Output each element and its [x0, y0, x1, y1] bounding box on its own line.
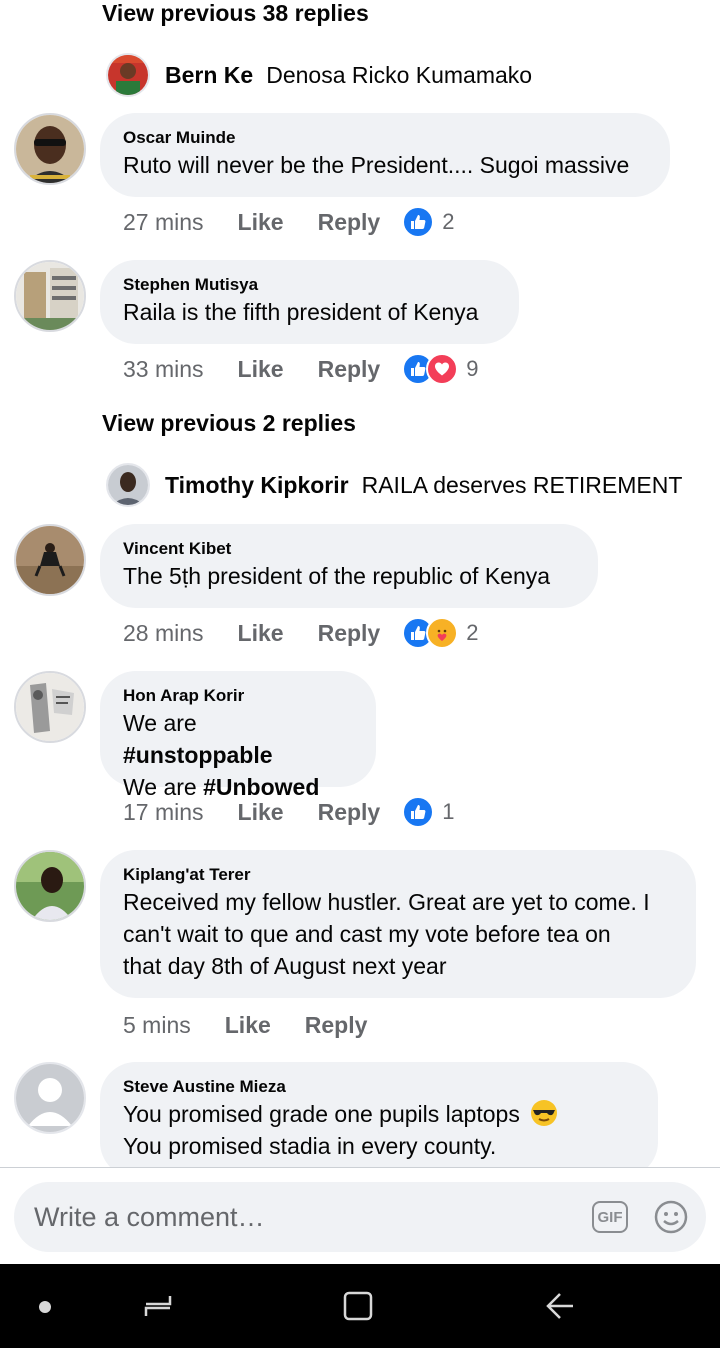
reply-button[interactable]: Reply: [318, 620, 381, 647]
comment-actions: 28 mins Like Reply 2: [123, 615, 478, 651]
reply-author-name[interactable]: Timothy Kipkorir: [165, 472, 349, 499]
comment-actions: 33 mins Like Reply 9: [123, 351, 478, 387]
comment-timestamp: 28 mins: [123, 619, 204, 646]
comment-actions: 5 mins Like Reply: [123, 1007, 367, 1043]
gif-icon[interactable]: GIF: [592, 1201, 628, 1233]
reaction-count: 2: [442, 209, 455, 234]
reactions-summary[interactable]: 9: [402, 353, 478, 385]
reply-button[interactable]: Reply: [318, 356, 381, 383]
reply-button[interactable]: Reply: [318, 209, 381, 236]
like-reaction-icon: [402, 796, 435, 828]
avatar: [106, 53, 150, 97]
comment-author[interactable]: Kiplang'at Terer: [123, 864, 672, 886]
like-button[interactable]: Like: [238, 799, 284, 826]
system-navigation-bar: [0, 1264, 720, 1348]
reply-button[interactable]: Reply: [305, 1012, 368, 1039]
comment-composer-bar: Write a comment… GIF: [0, 1167, 720, 1264]
comment-text: Ruto will never be the President.... Sug…: [123, 152, 630, 178]
comment-actions: 17 mins Like Reply 1: [123, 794, 454, 830]
avatar[interactable]: [14, 1062, 86, 1134]
avatar[interactable]: [14, 524, 86, 596]
avatar[interactable]: [14, 850, 86, 922]
comment-author[interactable]: Steve Austine Mieza: [123, 1076, 634, 1098]
reaction-count: 9: [466, 356, 479, 381]
comment-bubble: Oscar Muinde Ruto will never be the Pres…: [100, 113, 670, 197]
like-reaction-icon: [402, 206, 435, 238]
comment-author[interactable]: Hon Arap Korir: [123, 685, 352, 707]
comment-timestamp: 17 mins: [123, 798, 204, 825]
comment-text: You promised grade one pupils laptops: [123, 1098, 634, 1130]
reply-preview[interactable]: Timothy Kipkorir RAILA deserves RETIREME…: [106, 462, 686, 508]
care-reaction-icon: [426, 617, 459, 649]
comment-author[interactable]: Vincent Kibet: [123, 538, 574, 560]
view-previous-replies-link[interactable]: View previous 38 replies: [102, 0, 369, 27]
smiley-icon[interactable]: [654, 1200, 688, 1234]
avatar: [106, 463, 150, 507]
reply-snippet: RAILA deserves RETIREMENT: [361, 471, 683, 498]
like-button[interactable]: Like: [225, 1012, 271, 1039]
comment-bubble: Vincent Kibet The 5ṭh president of the r…: [100, 524, 598, 608]
comment-text: We are #unstoppable: [123, 710, 273, 768]
like-button[interactable]: Like: [238, 209, 284, 236]
comment-text: The 5ṭh president of the republic of Ken…: [123, 563, 551, 589]
comment-text: Received my fellow hustler. Great are ye…: [123, 889, 650, 915]
comment-actions: 27 mins Like Reply 2: [123, 204, 454, 240]
comment-bubble: Hon Arap Korir We are #unstoppable We ar…: [100, 671, 376, 800]
sunglasses-emoji-icon: [531, 1100, 558, 1126]
comment-text: Raila is the fifth president of Kenya: [123, 299, 479, 325]
comment-bubble: Kiplang'at Terer Received my fellow hust…: [100, 850, 696, 998]
comment-author[interactable]: Oscar Muinde: [123, 127, 646, 149]
like-button[interactable]: Like: [238, 356, 284, 383]
comment-text: can't wait to que and cast my vote befor…: [123, 921, 611, 947]
comment-timestamp: 27 mins: [123, 208, 204, 235]
comment-timestamp: 5 mins: [123, 1011, 191, 1038]
comment-timestamp: 33 mins: [123, 355, 204, 382]
love-reaction-icon: [426, 353, 459, 385]
avatar[interactable]: [14, 671, 86, 743]
home-icon[interactable]: [342, 1290, 374, 1322]
reply-preview[interactable]: Bern Ke Denosa Ricko Kumamako: [106, 52, 686, 98]
comment-text: that day 8th of August next year: [123, 953, 447, 979]
reactions-summary[interactable]: 2: [402, 206, 454, 238]
hashtag-link[interactable]: #unstoppable: [123, 742, 273, 768]
like-button[interactable]: Like: [238, 620, 284, 647]
comment-text: You promised stadia in every county.: [123, 1133, 497, 1159]
reply-snippet: Denosa Ricko Kumamako: [266, 61, 533, 88]
reply-button[interactable]: Reply: [318, 799, 381, 826]
comment-bubble: Steve Austine Mieza You promised grade o…: [100, 1062, 658, 1178]
view-previous-replies-link[interactable]: View previous 2 replies: [102, 410, 356, 437]
reaction-count: 1: [442, 799, 455, 824]
avatar[interactable]: [14, 260, 86, 332]
comment-input-placeholder: Write a comment…: [34, 1201, 265, 1232]
reactions-summary[interactable]: 1: [402, 796, 454, 828]
comment-bubble: Stephen Mutisya Raila is the fifth presi…: [100, 260, 519, 344]
avatar[interactable]: [14, 113, 86, 185]
reply-author-name[interactable]: Bern Ke: [165, 62, 253, 89]
reactions-summary[interactable]: 2: [402, 617, 478, 649]
comment-author[interactable]: Stephen Mutisya: [123, 274, 495, 296]
dot-icon[interactable]: [38, 1300, 52, 1314]
comment-input[interactable]: Write a comment… GIF: [14, 1182, 706, 1252]
reaction-count: 2: [466, 620, 479, 645]
back-icon[interactable]: [544, 1290, 576, 1322]
recents-icon[interactable]: [142, 1290, 174, 1322]
